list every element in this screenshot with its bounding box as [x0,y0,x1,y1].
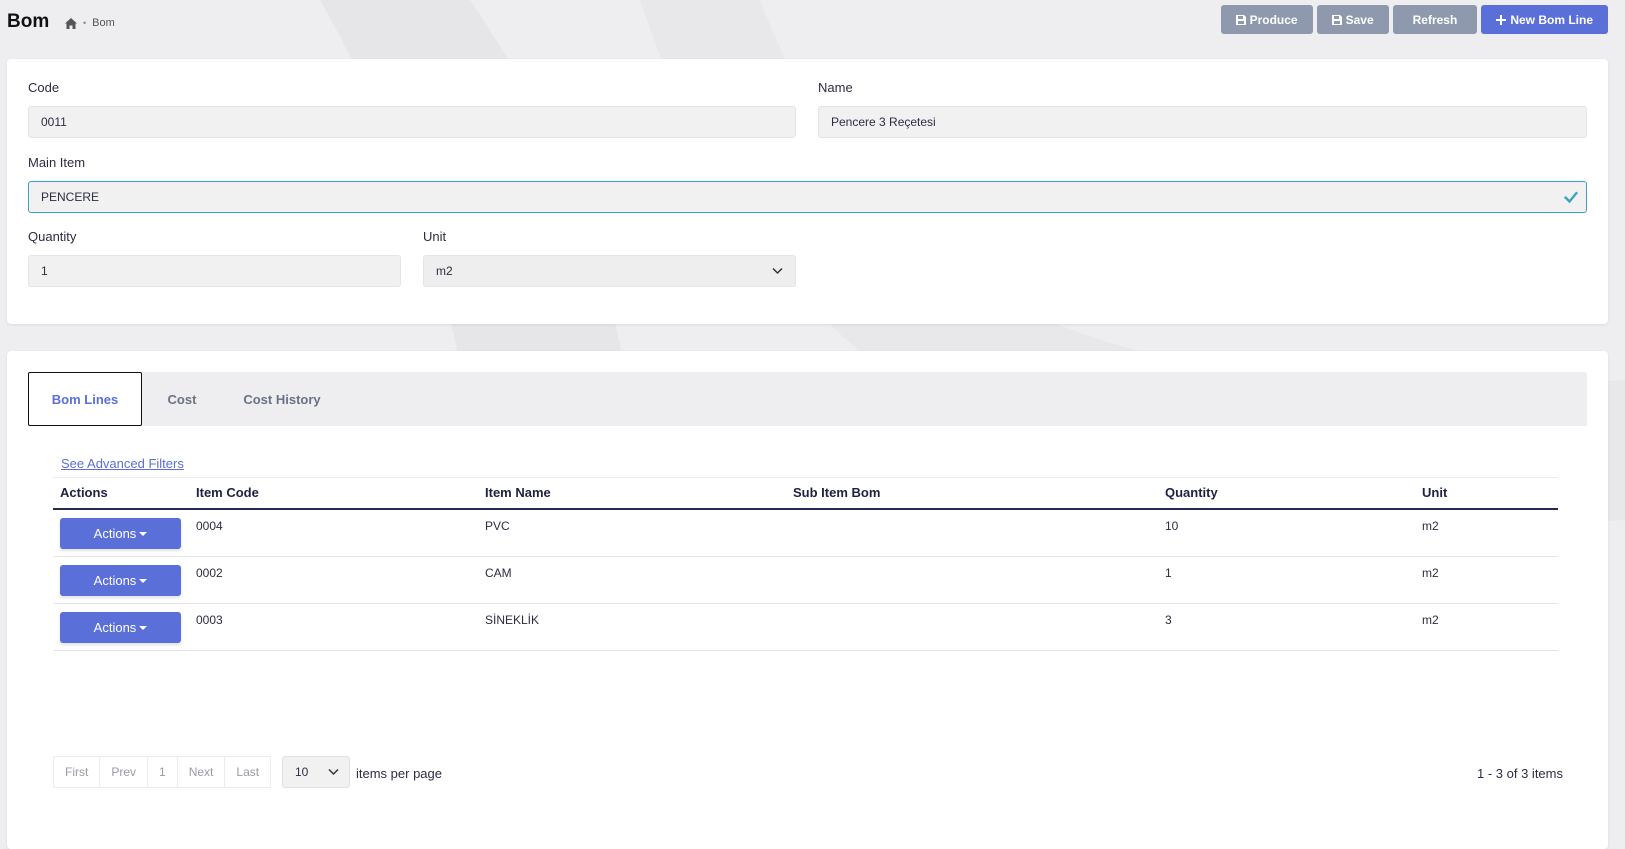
new-bom-line-button-label: New Bom Line [1510,12,1593,27]
name-label: Name [818,80,853,95]
save-button-label: Save [1345,12,1374,27]
item-range-label: 1 - 3 of 3 items [1477,766,1563,781]
column-header-sub-item-bom[interactable]: Sub Item Bom [793,485,880,500]
cell-item-code: 0003 [196,613,223,627]
refresh-button-label: Refresh [1412,12,1458,27]
column-header-unit[interactable]: Unit [1422,485,1447,500]
cell-unit: m2 [1422,613,1439,627]
items-per-page-label: items per page [356,766,442,781]
cell-item-name: PVC [485,519,510,533]
row-actions-button[interactable]: Actions [60,565,181,596]
row-actions-label: Actions [93,526,137,541]
breadcrumb-separator: • [83,18,87,28]
main-item-input[interactable]: PENCERE [28,181,1587,213]
refresh-button[interactable]: Refresh [1392,5,1478,34]
caret-down-icon [139,531,148,536]
page-header: Bom • Bom Produce Save Refresh New Bom L… [0,0,1625,46]
quantity-input[interactable]: 1 [28,255,401,287]
unit-label: Unit [423,229,447,244]
breadcrumb-current: Bom [92,17,115,29]
chevron-down-icon [772,267,783,275]
code-value: 0011 [41,115,67,129]
pager-prev[interactable]: Prev [100,757,149,787]
page-size-select[interactable]: 10 [282,756,350,788]
plus-icon [1496,14,1507,25]
cell-quantity: 3 [1165,613,1172,627]
row-actions-label: Actions [93,573,137,588]
main-item-value: PENCERE [41,190,100,204]
quantity-value: 1 [41,264,48,278]
produce-button[interactable]: Produce [1220,5,1313,34]
cell-item-code: 0004 [196,519,223,533]
bom-lines-card: Bom Lines Cost Cost History See Advanced… [7,351,1608,849]
breadcrumb: • Bom [65,17,115,29]
name-input[interactable]: Pencere 3 Reçetesi [818,106,1587,138]
tab-bom-lines[interactable]: Bom Lines [28,372,142,426]
main-item-label: Main Item [28,155,86,170]
new-bom-line-button[interactable]: New Bom Line [1481,5,1608,34]
chevron-down-icon [328,768,339,776]
pagination: First Prev 1 Next Last [53,756,272,788]
column-header-item-code[interactable]: Item Code [196,485,259,500]
column-header-quantity[interactable]: Quantity [1165,485,1218,500]
pager-next[interactable]: Next [178,757,226,787]
cell-unit: m2 [1422,519,1439,533]
code-input[interactable]: 0011 [28,106,796,138]
divider [53,477,1558,478]
cell-quantity: 10 [1165,519,1179,533]
bom-lines-panel: See Advanced Filters Actions Item Code I… [28,426,1587,834]
pager-page-1[interactable]: 1 [148,757,178,787]
cell-item-name: SİNEKLİK [485,613,540,627]
pager-last[interactable]: Last [225,757,270,787]
name-value: Pencere 3 Reçetesi [831,115,936,129]
column-header-item-name[interactable]: Item Name [485,485,551,500]
floppy-disk-icon [1331,14,1342,25]
tab-bar: Bom Lines Cost Cost History [28,372,1587,426]
cell-item-name: CAM [485,566,512,580]
row-actions-button[interactable]: Actions [60,518,181,549]
page-title: Bom [7,11,50,32]
cell-unit: m2 [1422,566,1439,580]
unit-value: m2 [436,264,453,278]
caret-down-icon [139,625,148,630]
table-row: Actions 0002 CAM 1 m2 [53,557,1558,604]
cell-quantity: 1 [1165,566,1172,580]
pager-first[interactable]: First [54,757,101,787]
quantity-label: Quantity [28,229,77,244]
row-actions-button[interactable]: Actions [60,612,181,643]
row-actions-label: Actions [93,620,137,635]
advanced-filters-link[interactable]: See Advanced Filters [61,456,184,471]
table-row: Actions 0004 PVC 10 m2 [53,510,1558,557]
home-icon[interactable] [65,17,77,29]
tab-cost[interactable]: Cost [142,372,222,426]
cell-item-code: 0002 [196,566,223,580]
caret-down-icon [139,578,148,583]
produce-button-label: Produce [1249,12,1298,27]
code-label: Code [28,80,60,95]
floppy-disk-icon [1235,14,1246,25]
check-icon [1564,191,1578,204]
save-button[interactable]: Save [1316,5,1389,34]
column-header-actions: Actions [60,485,108,500]
tab-cost-history[interactable]: Cost History [222,372,342,426]
page-size-value: 10 [295,765,309,779]
bom-form-card: Code 0011 Name Pencere 3 Reçetesi Main I… [7,59,1608,324]
table-row: Actions 0003 SİNEKLİK 3 m2 [53,604,1558,651]
top-actions: Produce Save Refresh New Bom Line [1220,5,1608,34]
unit-select[interactable]: m2 [423,255,796,287]
